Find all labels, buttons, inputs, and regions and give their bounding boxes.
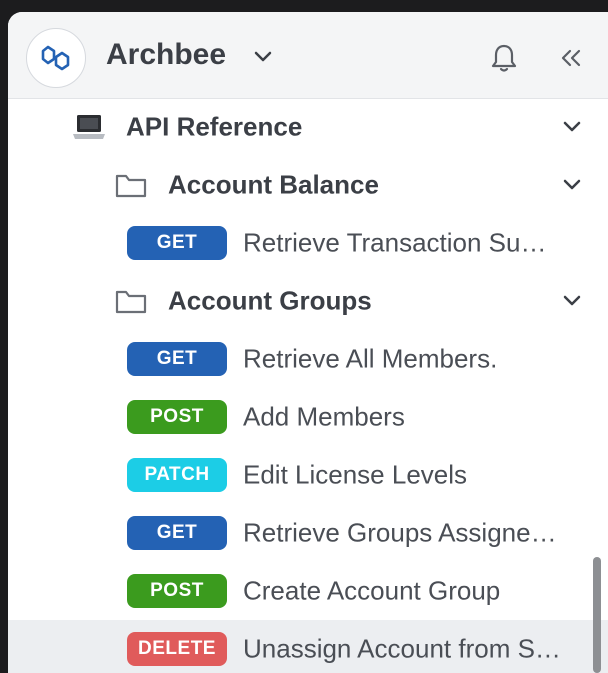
- method-badge-get: GET: [127, 342, 227, 376]
- endpoint-item[interactable]: GET Retrieve Groups Assigne…: [8, 504, 608, 562]
- folder-label: Account Groups: [168, 285, 372, 316]
- endpoint-label: Retrieve Groups Assigne…: [243, 517, 557, 548]
- method-badge-post: POST: [127, 574, 227, 608]
- folder-icon: [115, 290, 147, 314]
- folder-icon: [115, 174, 147, 198]
- endpoint-label: Edit License Levels: [243, 459, 468, 490]
- method-badge-patch: PATCH: [127, 458, 227, 492]
- laptop-icon: [73, 115, 105, 139]
- endpoint-label: Add Members: [243, 401, 405, 432]
- workspace-logo[interactable]: [26, 28, 86, 88]
- sidebar-panel: Archbee API Reference Account Balance GE…: [8, 12, 608, 673]
- method-badge-delete: DELETE: [127, 632, 227, 666]
- endpoint-item[interactable]: DELETE Unassign Account from S…: [8, 620, 608, 673]
- workspace-name[interactable]: Archbee: [106, 38, 226, 72]
- method-badge-post: POST: [127, 400, 227, 434]
- endpoint-label: Retrieve Transaction Su…: [243, 227, 547, 258]
- method-badge-get: GET: [127, 226, 227, 260]
- bell-icon[interactable]: [489, 42, 519, 74]
- endpoint-item[interactable]: GET Retrieve All Members.: [8, 330, 608, 388]
- endpoint-label: Retrieve All Members.: [243, 343, 498, 374]
- endpoint-label: Create Account Group: [243, 575, 501, 606]
- chevron-down-icon[interactable]: [253, 50, 273, 64]
- method-badge-get: GET: [127, 516, 227, 550]
- section-label: API Reference: [126, 111, 303, 142]
- endpoint-label: Unassign Account from S…: [243, 633, 561, 664]
- scrollbar-thumb[interactable]: [593, 557, 601, 673]
- endpoint-item[interactable]: POST Add Members: [8, 388, 608, 446]
- folder-label: Account Balance: [168, 169, 379, 200]
- chevron-down-icon[interactable]: [562, 178, 582, 192]
- endpoint-item[interactable]: POST Create Account Group: [8, 562, 608, 620]
- chevron-down-icon[interactable]: [562, 294, 582, 308]
- endpoint-item[interactable]: PATCH Edit License Levels: [8, 446, 608, 504]
- archbee-logo-icon: [41, 45, 70, 71]
- section-api-reference[interactable]: API Reference: [8, 98, 608, 156]
- folder-account-groups[interactable]: Account Groups: [8, 272, 608, 330]
- endpoint-item[interactable]: GET Retrieve Transaction Su…: [8, 214, 608, 272]
- folder-account-balance[interactable]: Account Balance: [8, 156, 608, 214]
- collapse-sidebar-icon[interactable]: [560, 48, 582, 68]
- chevron-down-icon[interactable]: [562, 120, 582, 134]
- sidebar-header: Archbee: [8, 12, 608, 99]
